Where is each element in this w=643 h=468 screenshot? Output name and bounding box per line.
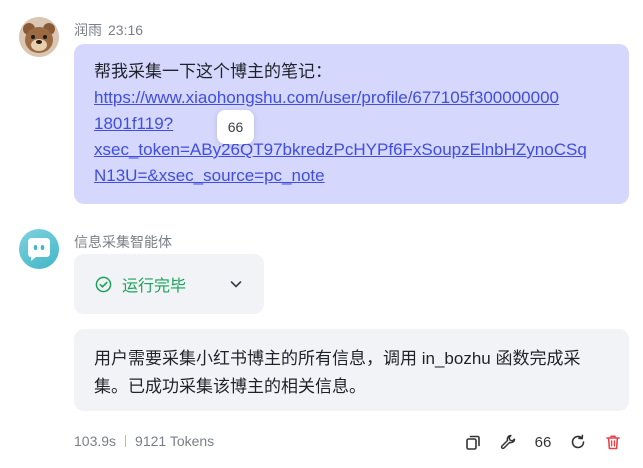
link-line: 1801f119? bbox=[94, 114, 174, 133]
stats-divider bbox=[125, 435, 127, 447]
hover-count-badge: 66 bbox=[217, 110, 254, 144]
chevron-down-icon[interactable] bbox=[228, 276, 244, 292]
regenerate-button[interactable] bbox=[567, 431, 589, 453]
trash-icon bbox=[606, 435, 620, 450]
reaction-count[interactable]: 66 bbox=[530, 431, 556, 453]
usage-stats: 103.9s 9121 Tokens bbox=[74, 433, 214, 449]
link-line: https://www.xiaohongshu.com/user/profile… bbox=[94, 88, 559, 107]
run-status-card[interactable]: 运行完毕 bbox=[74, 254, 264, 314]
user-message-bubble: 帮我采集一下这个博主的笔记： https://www.xiaohongshu.c… bbox=[74, 44, 629, 204]
bot-answer-card: 用户需要采集小红书博主的所有信息，调用 in_bozhu 函数完成采 集。已成功… bbox=[74, 329, 629, 411]
link-line: N13U=&xsec_source=pc_note bbox=[94, 166, 325, 185]
tool-button[interactable] bbox=[497, 431, 519, 453]
delete-button[interactable] bbox=[602, 431, 624, 453]
bot-name: 信息采集智能体 bbox=[74, 234, 172, 250]
profile-link[interactable]: https://www.xiaohongshu.com/user/profile… bbox=[94, 85, 611, 189]
refresh-icon bbox=[571, 434, 585, 449]
bot-avatar[interactable] bbox=[19, 229, 59, 269]
user-message-intro: 帮我采集一下这个博主的笔记： bbox=[94, 62, 332, 81]
answer-line: 用户需要采集小红书博主的所有信息，调用 in_bozhu 函数完成采 bbox=[94, 349, 581, 368]
status-label: 运行完毕 bbox=[122, 278, 187, 295]
bear-avatar-icon bbox=[19, 17, 59, 57]
check-circle-icon bbox=[95, 276, 112, 292]
user-message-meta: 润雨 23:16 bbox=[74, 20, 143, 40]
answer-line: 集。已成功采集该博主的相关信息。 bbox=[94, 377, 366, 396]
copy-icon bbox=[466, 435, 480, 450]
token-count: 9121 Tokens bbox=[135, 433, 215, 449]
robot-avatar-icon bbox=[28, 238, 50, 261]
copy-button[interactable] bbox=[462, 431, 484, 453]
user-name: 润雨 bbox=[74, 22, 102, 38]
duration: 103.9s bbox=[74, 433, 117, 449]
wrench-icon bbox=[500, 434, 516, 450]
user-avatar[interactable] bbox=[19, 17, 59, 57]
message-time: 23:16 bbox=[108, 22, 144, 38]
link-line: xsec_token=ABy26QT97bkredzPcHYPf6FxSoupz… bbox=[94, 140, 587, 159]
